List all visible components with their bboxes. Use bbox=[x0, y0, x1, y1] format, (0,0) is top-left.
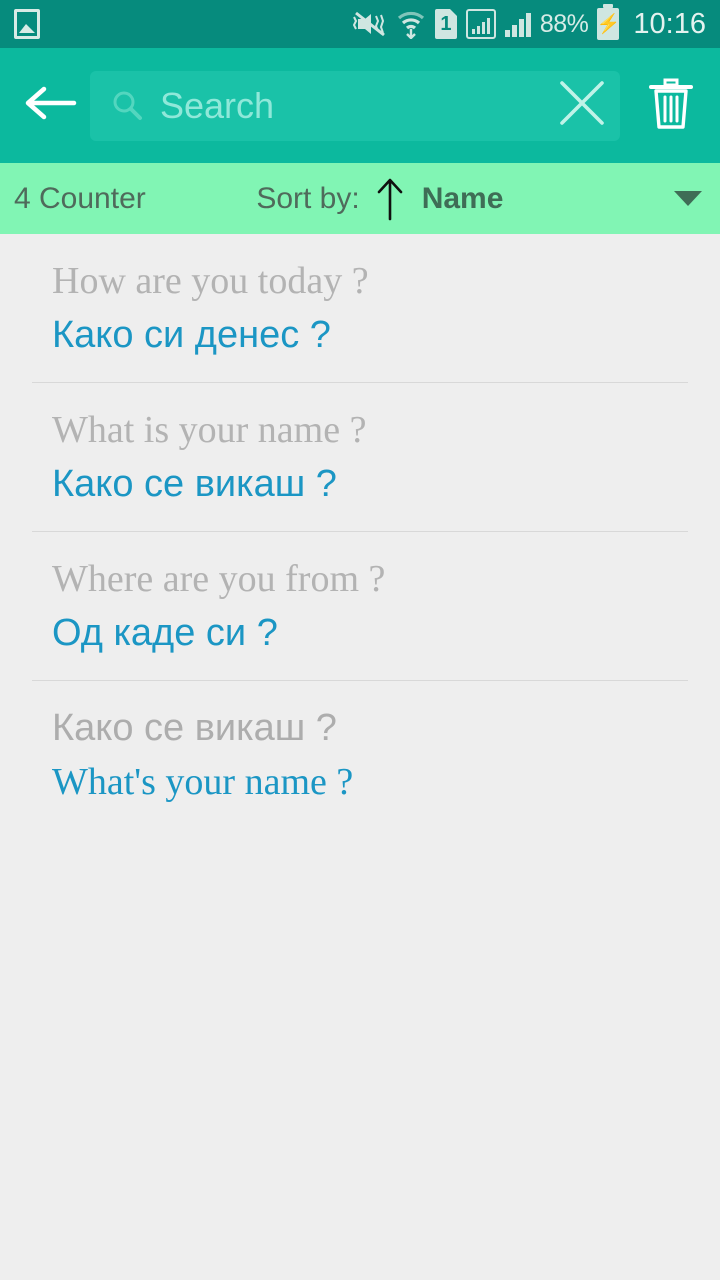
trash-icon bbox=[645, 73, 697, 138]
search-placeholder: Search bbox=[160, 84, 275, 126]
signal-boxed-icon bbox=[465, 9, 496, 39]
phrase-source-text: Како се викаш ? bbox=[52, 707, 337, 749]
status-bar-right: 1 88% ⚡ 10:16 bbox=[352, 4, 706, 41]
sort-bar: 4 Counter Sort by: Name bbox=[0, 163, 720, 234]
phrase-translation-text: Како си денес ? bbox=[52, 313, 331, 356]
phrase-translation-text: Од каде си ? bbox=[52, 611, 278, 654]
arrow-up-icon[interactable] bbox=[374, 177, 406, 221]
search-icon bbox=[110, 89, 144, 123]
sort-by-label: Sort by: bbox=[256, 181, 360, 215]
back-button[interactable] bbox=[22, 77, 80, 135]
close-icon bbox=[550, 71, 614, 140]
list-item[interactable]: Како се викаш ? What's your name ? bbox=[0, 681, 720, 806]
search-clear-button[interactable] bbox=[550, 74, 614, 138]
sim-card-icon: 1 bbox=[434, 9, 457, 39]
battery-percent-label: 88% bbox=[539, 9, 589, 38]
clock-label: 10:16 bbox=[633, 7, 706, 40]
signal-icon bbox=[504, 11, 531, 37]
phrase-source-text: How are you today ? bbox=[52, 260, 369, 302]
search-input[interactable]: Search bbox=[90, 70, 620, 141]
sort-value-label: Name bbox=[421, 181, 504, 215]
sort-dropdown-button[interactable] bbox=[614, 191, 702, 206]
sort-control[interactable]: Sort by: Name bbox=[256, 177, 503, 221]
mute-vibrate-icon bbox=[352, 10, 387, 38]
battery-charging-icon: ⚡ bbox=[597, 4, 620, 40]
list-item[interactable]: Where are you from ? Од каде си ? bbox=[0, 532, 720, 681]
phrase-translation-text: Како се викаш ? bbox=[52, 462, 337, 505]
phrase-list: How are you today ? Како си денес ? What… bbox=[0, 234, 720, 806]
status-bar: 1 88% ⚡ 10:16 bbox=[0, 0, 720, 48]
chevron-down-icon bbox=[674, 191, 702, 206]
action-bar: Search bbox=[0, 48, 720, 163]
phrase-source-text: What is your name ? bbox=[52, 409, 367, 451]
back-arrow-icon bbox=[22, 81, 80, 130]
counter-label: 4 Counter bbox=[14, 181, 146, 215]
phrase-source-text: Where are you from ? bbox=[52, 558, 386, 600]
wifi-icon bbox=[396, 9, 426, 40]
list-item[interactable]: How are you today ? Како си денес ? bbox=[0, 234, 720, 383]
list-item[interactable]: What is your name ? Како се викаш ? bbox=[0, 383, 720, 532]
status-bar-left bbox=[14, 9, 40, 39]
gallery-icon bbox=[14, 9, 40, 39]
phrase-translation-text: What's your name ? bbox=[52, 760, 354, 803]
delete-button[interactable] bbox=[640, 71, 702, 141]
